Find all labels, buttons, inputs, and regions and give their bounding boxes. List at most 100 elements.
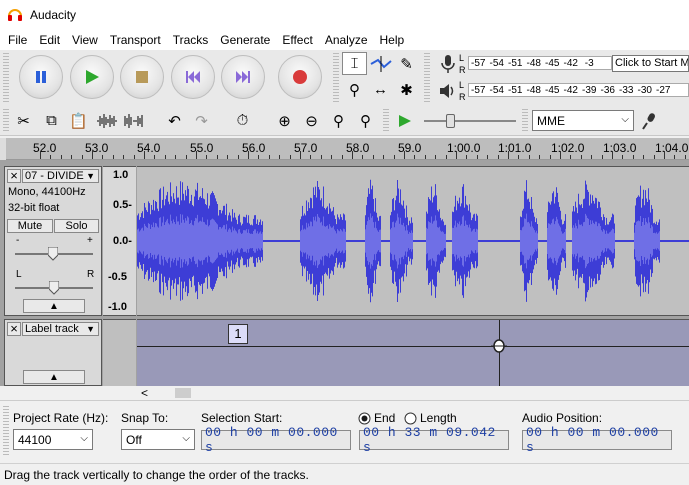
skip-to-end-button[interactable] — [221, 55, 265, 99]
track-close-button[interactable]: × — [7, 169, 21, 183]
ruler-tick-mark — [237, 155, 239, 159]
toolbar-grip[interactable] — [424, 53, 430, 103]
menu-analyze[interactable]: Analyze — [319, 30, 374, 50]
length-label: Length — [420, 411, 457, 425]
record-channel-left: L — [459, 53, 465, 63]
i-beam-icon: 𝙸 — [349, 55, 360, 72]
stop-button[interactable] — [120, 55, 164, 99]
pause-button[interactable] — [19, 55, 63, 99]
play-at-speed-button[interactable] — [392, 109, 417, 132]
playback-meter[interactable]: -57 -54 -51 -48 -45 -42 -39 -36 -33 -30 … — [468, 83, 689, 97]
skip-to-start-button[interactable] — [171, 55, 215, 99]
selection-tool-button[interactable]: 𝙸 — [342, 52, 367, 75]
paste-button[interactable]: 📋 — [66, 109, 91, 132]
scroll-left-arrow-icon[interactable]: < — [141, 386, 148, 400]
track-name: 07 - DIVIDE — [25, 170, 84, 182]
meter-tick: -27 — [656, 84, 671, 96]
ruler-tick-mark — [497, 155, 499, 159]
undo-button[interactable]: ↶ — [162, 109, 187, 132]
recording-device-icon-button[interactable] — [638, 110, 660, 132]
track-close-button[interactable]: × — [7, 322, 21, 336]
toolbar-grip[interactable] — [3, 406, 9, 456]
ruler-tick-label: 52.0 — [33, 141, 57, 155]
silence-button[interactable] — [121, 109, 146, 132]
play-button[interactable] — [70, 55, 114, 99]
envelope-tool-button[interactable] — [368, 52, 393, 75]
ruler-tick-mark — [185, 155, 187, 159]
menu-generate[interactable]: Generate — [214, 30, 276, 50]
label-track-name-menu-button[interactable]: Label track ▼ — [22, 322, 99, 336]
toolbar-grip[interactable] — [383, 109, 389, 131]
multi-tool-button[interactable]: ✱ — [394, 78, 419, 101]
audio-host-select[interactable]: MME ⌵ — [532, 110, 634, 131]
label-glyph-icon[interactable] — [491, 338, 507, 354]
collapse-track-button[interactable]: ▲ — [23, 370, 85, 384]
collapse-track-button[interactable]: ▲ — [23, 299, 85, 313]
record-meter-button[interactable] — [437, 53, 459, 75]
ruler-tick-mark — [268, 155, 270, 159]
menu-help[interactable]: Help — [374, 30, 411, 50]
ruler-tick-label: 1:03.0 — [603, 141, 637, 155]
ruler-tick-mark — [643, 155, 645, 159]
label-track-area[interactable]: 1 — [137, 319, 689, 387]
close-icon: × — [10, 321, 18, 336]
track-name-menu-button[interactable]: 07 - DIVIDE ▼ — [22, 169, 99, 183]
pan-slider[interactable] — [15, 281, 93, 295]
selection-start-time[interactable]: 00 h 00 m 00.000 s — [201, 425, 351, 455]
menu-edit[interactable]: Edit — [33, 30, 66, 50]
toolbar-grip[interactable] — [522, 109, 528, 131]
redo-button[interactable]: ↷ — [189, 109, 214, 132]
menu-effect[interactable]: Effect — [276, 30, 318, 50]
play-speed-slider[interactable] — [422, 112, 518, 130]
track-bit-depth-info: 32-bit float — [8, 202, 60, 214]
time-shift-tool-button[interactable]: ↔ — [368, 78, 393, 101]
menu-tracks[interactable]: Tracks — [167, 30, 215, 50]
ruler-tick-mark — [570, 155, 572, 159]
mute-button[interactable]: Mute — [7, 219, 53, 233]
toolbar-grip[interactable] — [333, 53, 339, 103]
toolbar-grip[interactable] — [3, 109, 9, 131]
copy-button[interactable]: ⧉ — [39, 109, 64, 132]
record-meter[interactable]: -57 -54 -51 -48 -45 -42 -3 — [468, 56, 612, 70]
timeline-ruler[interactable]: 52.0 53.0 54.0 55.0 56.0 57.0 58.0 59.0 … — [0, 138, 689, 160]
trim-button[interactable] — [94, 109, 119, 132]
zoom-tool-button[interactable]: ⚲ — [342, 78, 367, 101]
ruler-tick-mark — [601, 155, 603, 159]
fit-project-button[interactable]: ⚲ — [353, 109, 378, 132]
waveform — [137, 179, 689, 303]
project-rate-select[interactable]: 44100 ⌵ — [13, 429, 93, 450]
selection-end-time[interactable]: 00 h 33 m 09.042 s — [359, 425, 509, 455]
label-text-box[interactable]: 1 — [228, 324, 248, 344]
ruler-tick-mark — [560, 151, 561, 159]
skip-start-icon — [186, 71, 200, 83]
draw-tool-button[interactable]: ✎ — [394, 52, 419, 75]
ruler-tick-mark — [591, 155, 593, 159]
solo-button[interactable]: Solo — [54, 219, 99, 233]
ruler-tick-mark — [393, 155, 395, 159]
fit-selection-button[interactable]: ⚲ — [326, 109, 351, 132]
gain-slider[interactable] — [15, 247, 93, 261]
sync-lock-button[interactable]: ⏱ — [230, 109, 255, 132]
scroll-thumb[interactable] — [175, 388, 191, 398]
audio-position-time[interactable]: 00 h 00 m 00.000 s — [522, 425, 672, 455]
play-meter-button[interactable] — [437, 80, 459, 102]
toolbar-grip[interactable] — [3, 53, 9, 103]
cut-button[interactable]: ✂ — [11, 109, 36, 132]
ruler-tick-label: 1:01.0 — [498, 141, 532, 155]
record-button[interactable] — [278, 55, 322, 99]
menu-view[interactable]: View — [66, 30, 104, 50]
end-radio[interactable]: End — [358, 411, 395, 425]
zoom-in-button[interactable]: ⊕ — [272, 109, 297, 132]
play-icon — [398, 114, 411, 127]
menu-file[interactable]: File — [2, 30, 33, 50]
snap-to-select[interactable]: Off ⌵ — [121, 429, 195, 450]
menu-transport[interactable]: Transport — [104, 30, 167, 50]
waveform-display[interactable] — [137, 166, 689, 316]
collapse-up-icon: ▲ — [49, 372, 59, 383]
horizontal-scrollbar[interactable]: < — [103, 386, 689, 400]
amplitude-scale[interactable]: 1.0 0.5- 0.0- -0.5 -1.0 — [103, 166, 136, 316]
pause-icon — [36, 71, 46, 83]
length-radio[interactable]: Length — [404, 411, 457, 425]
envelope-icon — [370, 55, 392, 72]
zoom-out-button[interactable]: ⊖ — [299, 109, 324, 132]
